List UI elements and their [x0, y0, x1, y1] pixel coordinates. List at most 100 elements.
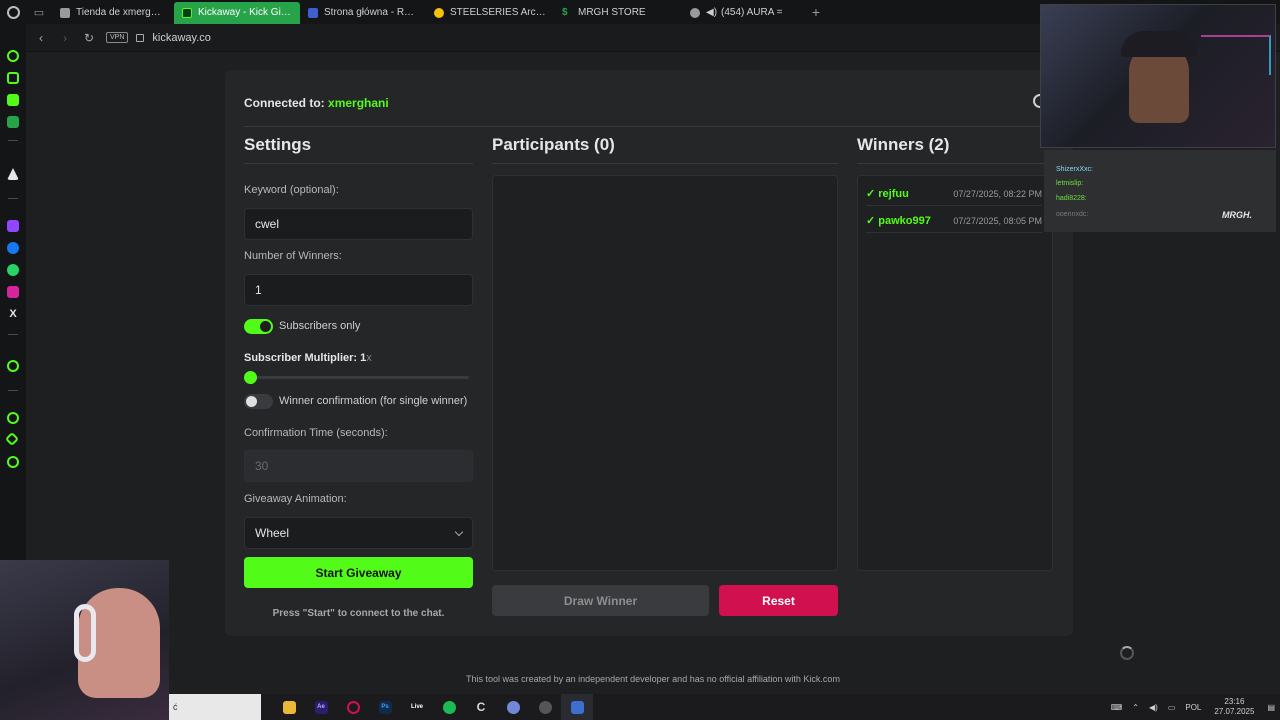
taskbar-search[interactable]: ć [169, 694, 261, 720]
live-glyph: Live [410, 703, 423, 710]
confirmation-time-input[interactable]: 30 [244, 450, 473, 482]
overlay-brand-logo: MRGH. [1222, 210, 1252, 220]
refresh-circle-icon[interactable] [7, 50, 19, 62]
keyword-label: Keyword (optional): [244, 184, 339, 196]
whatsapp-icon[interactable] [7, 264, 19, 276]
winner-confirmation-toggle[interactable] [244, 394, 273, 409]
winner-name: ✓ rejfuu [866, 187, 909, 200]
aria-icon[interactable] [7, 168, 19, 180]
tab-label: (454) AURA = [721, 7, 783, 18]
tab-kickaway[interactable]: Kickaway - Kick Giveaw [174, 1, 300, 24]
clock-date: 27.07.2025 [1214, 707, 1255, 716]
winner-name-text: pawko997 [878, 215, 931, 227]
x-icon[interactable]: X [7, 308, 19, 320]
multiplier-slider-track[interactable] [248, 376, 469, 379]
winner-name-text: rejfuu [878, 188, 909, 200]
spotify-glyph [442, 700, 456, 714]
shopping-bag-icon[interactable] [7, 72, 19, 84]
tab-steelseries[interactable]: STEELSERIES Arctis Nov [426, 2, 554, 24]
connected-label: Connected to: [244, 96, 325, 110]
photoshop-icon[interactable]: Ps [369, 694, 401, 720]
roblox-studio-icon[interactable] [561, 694, 593, 720]
toggle-knob [260, 321, 271, 332]
connected-username: xmerghani [328, 96, 389, 110]
new-tab-icon[interactable]: + [806, 2, 826, 22]
player-icon[interactable] [7, 360, 19, 372]
lock-icon [136, 33, 145, 42]
confirmation-time-label: Confirmation Time (seconds): [244, 427, 388, 439]
tab-islands-icon[interactable]: ▭ [26, 0, 52, 24]
live-icon[interactable]: Live [401, 694, 433, 720]
check-icon: ✓ [866, 215, 879, 227]
language-indicator[interactable]: POL [1185, 703, 1201, 712]
volume-icon[interactable]: ◀) [1149, 703, 1158, 712]
keyboard-icon[interactable]: ⌨ [1111, 703, 1123, 712]
check-icon: ✓ [866, 188, 879, 200]
chat-line: ShizerxXxc: [1056, 166, 1093, 173]
stripes-icon[interactable] [7, 94, 19, 106]
tab-tienda[interactable]: Tienda de xmerghani | Tr [52, 2, 174, 24]
forward-icon[interactable]: › [56, 28, 74, 48]
settings-icon[interactable] [7, 456, 19, 468]
roblox-studio-glyph [570, 700, 584, 714]
instagram-icon[interactable] [7, 286, 19, 298]
rgb-lights [1201, 35, 1271, 75]
back-icon[interactable]: ‹ [32, 28, 50, 48]
tab-label: MRGH STORE [578, 7, 646, 18]
participants-list[interactable] [492, 175, 838, 571]
winners-list: ✓ rejfuu 07/27/2025, 08:22 PM ✓ pawko997… [857, 175, 1053, 571]
tab-aura[interactable]: ◀) (454) AURA = [682, 2, 806, 24]
draw-winner-button[interactable]: Draw Winner [492, 585, 709, 616]
chevron-up-icon[interactable]: ⌃ [1132, 703, 1139, 712]
history-icon[interactable] [7, 412, 19, 424]
multiplier-suffix: x [366, 352, 372, 364]
discord-glyph [506, 700, 520, 714]
subscribers-only-toggle[interactable] [244, 319, 273, 334]
windows-taskbar: ć Ae Ps Live C ⌨ ⌃ ◀) ▭ POL 23:16 27.07.… [169, 694, 1280, 720]
clock[interactable]: 23:16 27.07.2025 [1214, 697, 1254, 717]
tab-favicon-icon [182, 7, 192, 18]
tab-roblox[interactable]: Strona główna - Roblox [300, 2, 426, 24]
twitch-icon[interactable] [7, 220, 19, 232]
participants-divider [492, 163, 838, 164]
tab-favicon-icon [308, 7, 318, 18]
chat-line: ooennxdc: [1056, 211, 1089, 218]
opera-gx-icon[interactable] [337, 694, 369, 720]
start-giveaway-button[interactable]: Start Giveaway [244, 557, 473, 588]
tab-mrgh-store[interactable]: $ MRGH STORE [554, 2, 682, 24]
winner-name: ✓ pawko997 [866, 214, 931, 227]
toggle-knob [246, 396, 257, 407]
animation-select[interactable]: Wheel [244, 517, 473, 549]
reload-icon[interactable]: ↻ [80, 28, 98, 48]
file-explorer-icon[interactable] [273, 694, 305, 720]
discord-icon[interactable] [497, 694, 529, 720]
animation-select-value: Wheel [255, 526, 290, 540]
obs-icon[interactable] [529, 694, 561, 720]
spotify-icon[interactable] [433, 694, 465, 720]
multiplier-slider-thumb[interactable] [244, 371, 257, 384]
keyword-input[interactable]: cwel [244, 208, 473, 240]
subscribers-only-label: Subscribers only [279, 320, 361, 332]
speaker-icon: ◀) [706, 7, 718, 18]
reset-button[interactable]: Reset [719, 585, 838, 616]
after-effects-icon[interactable]: Ae [305, 694, 337, 720]
participants-title: Participants (0) [492, 135, 615, 154]
extensions-icon[interactable] [4, 431, 20, 447]
m-app-icon[interactable] [7, 116, 19, 128]
chat-line: letmislip: [1056, 180, 1084, 187]
network-icon[interactable]: ▭ [1168, 703, 1176, 712]
messenger-icon[interactable] [7, 242, 19, 254]
url-field[interactable]: kickaway.co [152, 32, 210, 44]
notifications-icon[interactable]: ▤ [1267, 703, 1275, 712]
vpn-badge[interactable]: VPN [106, 32, 129, 43]
opera-menu-icon[interactable] [0, 0, 26, 24]
winners-title: Winners (2) [857, 135, 950, 154]
header-divider [244, 126, 1054, 127]
tab-label: Strona główna - Roblox [324, 7, 418, 18]
winner-row: ✓ pawko997 07/27/2025, 08:05 PM [866, 209, 1042, 233]
winners-count-input[interactable]: 1 [244, 274, 473, 306]
headphones-icon [74, 604, 96, 662]
giveaway-card: Connected to: xmerghani Settings Keyword… [225, 70, 1073, 636]
opera-gx-glyph [346, 700, 360, 714]
c-app-icon[interactable]: C [465, 694, 497, 720]
